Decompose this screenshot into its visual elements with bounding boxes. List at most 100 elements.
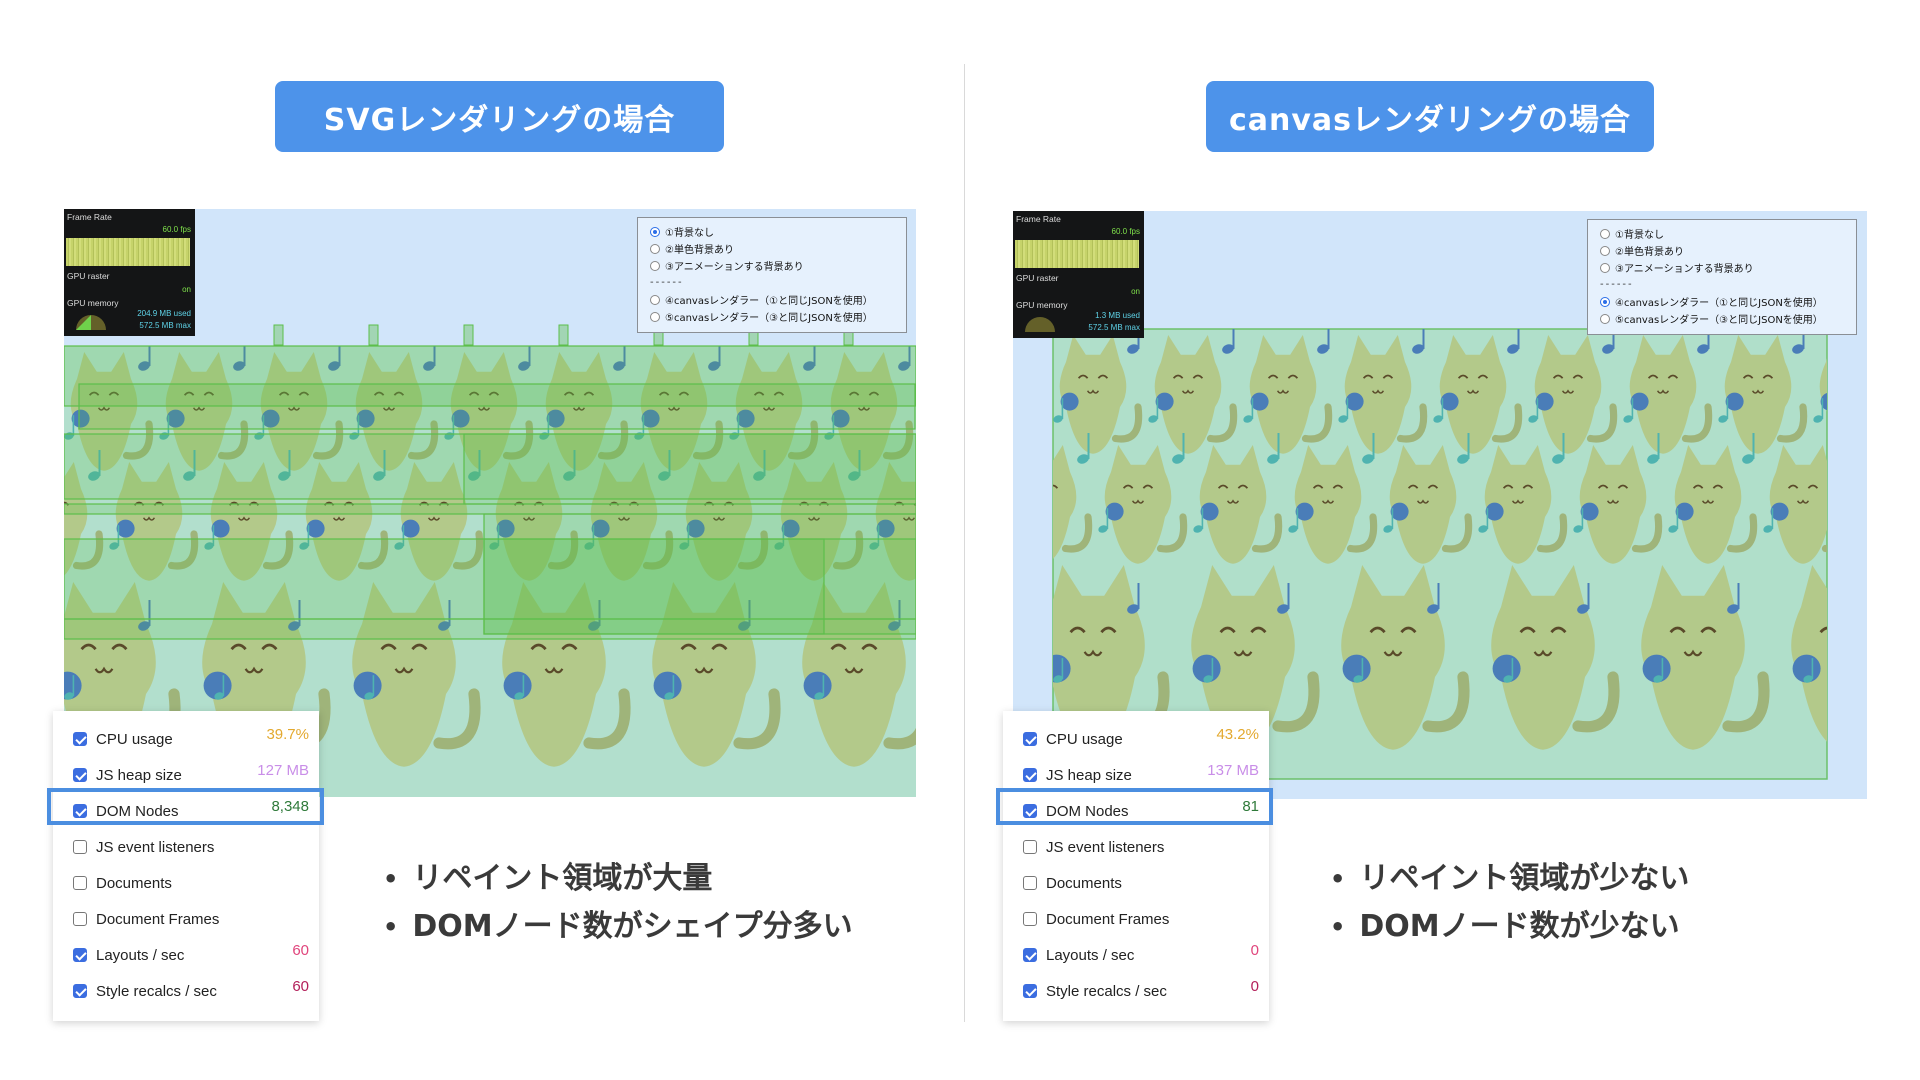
canvas-rendering-title: canvasレンダリングの場合	[1206, 81, 1654, 152]
bullet-item: • リペイント領域が少ない	[1330, 855, 1689, 903]
metric-documents[interactable]: Documents	[1003, 865, 1269, 901]
metric-checkbox[interactable]	[1023, 876, 1037, 890]
gpu-memory-max: 572.5 MB max	[139, 321, 191, 330]
radio-button[interactable]	[1600, 296, 1610, 307]
metric-checkbox[interactable]	[1023, 840, 1037, 854]
maraca-icon	[401, 519, 420, 538]
radio-option-2[interactable]: ②単色背景あり	[1600, 242, 1856, 259]
metric-checkbox[interactable]	[1023, 984, 1037, 998]
metric-style-recalcs-sec[interactable]: Style recalcs / sec 60	[53, 973, 319, 1009]
radio-option-3[interactable]: ③アニメーションする背景あり	[650, 257, 906, 274]
maraca-icon	[1295, 502, 1314, 521]
metric-label: Layouts / sec	[96, 946, 185, 964]
radio-label: ②単色背景あり	[665, 245, 734, 256]
metric-value: 39.7%	[266, 726, 309, 743]
metric-checkbox[interactable]	[1023, 732, 1037, 746]
repaint-region	[78, 383, 916, 430]
music-note-icon	[1857, 508, 1867, 534]
frame-rate-label: Frame Rate	[67, 212, 112, 222]
metric-checkbox[interactable]	[73, 912, 87, 926]
radio-label: ③アニメーションする背景あり	[1615, 264, 1754, 275]
metric-label: CPU usage	[96, 730, 173, 748]
gpu-memory-gauge	[1025, 317, 1055, 332]
cat-figure	[1865, 445, 1867, 564]
bullet-dot: •	[383, 913, 399, 941]
radio-button[interactable]	[650, 226, 660, 237]
bullet-dot: •	[1330, 913, 1346, 941]
metric-checkbox[interactable]	[73, 768, 87, 782]
gpu-memory-max: 572.5 MB max	[1088, 323, 1140, 332]
metric-checkbox[interactable]	[73, 876, 87, 890]
radio-option-4[interactable]: ④canvasレンダラー（①と同じJSONを使用）	[650, 291, 906, 308]
metric-checkbox[interactable]	[1023, 912, 1037, 926]
radio-button[interactable]	[650, 294, 660, 305]
maraca-icon	[1345, 392, 1364, 411]
radio-label: ④canvasレンダラー（①と同じJSONを使用）	[665, 296, 873, 307]
radio-option-4[interactable]: ④canvasレンダラー（①と同じJSONを使用）	[1600, 293, 1856, 310]
music-note-icon	[1836, 433, 1850, 465]
radio-option-5[interactable]: ⑤canvasレンダラー（③と同じJSONを使用）	[1600, 310, 1856, 327]
radio-button[interactable]	[1600, 228, 1610, 239]
repaint-region	[64, 618, 916, 640]
metric-cpu-usage[interactable]: CPU usage 39.7%	[53, 721, 319, 757]
radio-button[interactable]	[650, 311, 660, 322]
radio-label: ①背景なし	[1615, 230, 1664, 241]
maraca-icon	[1485, 502, 1504, 521]
metric-checkbox[interactable]	[73, 732, 87, 746]
repaint-region	[463, 433, 916, 505]
radio-option-1[interactable]: ①背景なし	[1600, 225, 1856, 242]
radio-button[interactable]	[1600, 262, 1610, 273]
frame-rate-bar	[66, 238, 190, 266]
bullet-dot: •	[383, 865, 399, 893]
metric-checkbox[interactable]	[1023, 768, 1037, 782]
radio-separator: ------	[650, 277, 684, 288]
maraca-icon	[1250, 392, 1269, 411]
metric-value: 60	[292, 942, 309, 959]
repaint-region	[558, 324, 569, 346]
maraca-icon	[116, 519, 135, 538]
svg-scene: Frame Rate 60.0 fps GPU raster on GPU me…	[64, 209, 916, 797]
metric-checkbox[interactable]	[73, 840, 87, 854]
metric-documents[interactable]: Documents	[53, 865, 319, 901]
metric-layouts-sec[interactable]: Layouts / sec 60	[53, 937, 319, 973]
metric-js-event-listeners[interactable]: JS event listeners	[53, 829, 319, 865]
dom-nodes-highlight	[47, 788, 324, 825]
canvas-findings: • リペイント領域が少ない • DOMノード数が少ない	[1330, 855, 1689, 951]
metric-document-frames[interactable]: Document Frames	[1003, 901, 1269, 937]
metric-value: 0	[1250, 978, 1259, 995]
metric-value: 127 MB	[257, 762, 309, 779]
radio-option-1[interactable]: ①背景なし	[650, 223, 906, 240]
radio-button[interactable]	[1600, 245, 1610, 256]
radio-separator: ------	[1600, 279, 1634, 290]
maraca-icon	[1105, 502, 1124, 521]
metric-js-event-listeners[interactable]: JS event listeners	[1003, 829, 1269, 865]
gpu-raster-value: on	[1131, 287, 1140, 296]
maraca-icon	[1770, 502, 1789, 521]
radio-option-2[interactable]: ②単色背景あり	[650, 240, 906, 257]
radio-button[interactable]	[650, 243, 660, 254]
metric-document-frames[interactable]: Document Frames	[53, 901, 319, 937]
bullet-item: • DOMノード数がシェイプ分多い	[383, 903, 853, 951]
radio-button[interactable]	[650, 260, 660, 271]
metric-checkbox[interactable]	[73, 984, 87, 998]
radio-option-3[interactable]: ③アニメーションする背景あり	[1600, 259, 1856, 276]
radio-button[interactable]	[1600, 313, 1610, 324]
frame-rate-value: 60.0 fps	[1111, 227, 1140, 236]
maraca-icon	[1675, 502, 1694, 521]
radio-option-5[interactable]: ⑤canvasレンダラー（③と同じJSONを使用）	[650, 308, 906, 325]
metric-cpu-usage[interactable]: CPU usage 43.2%	[1003, 721, 1269, 757]
metric-style-recalcs-sec[interactable]: Style recalcs / sec 0	[1003, 973, 1269, 1009]
metric-label: JS event listeners	[96, 838, 215, 856]
gpu-memory-label: GPU memory	[67, 298, 119, 308]
rendering-stats-hud: Frame Rate 60.0 fps GPU raster on GPU me…	[64, 209, 195, 336]
frame-rate-bar	[1015, 240, 1139, 268]
metric-label: CPU usage	[1046, 730, 1123, 748]
metric-layouts-sec[interactable]: Layouts / sec 0	[1003, 937, 1269, 973]
gpu-memory-used: 204.9 MB used	[137, 309, 191, 318]
metric-checkbox[interactable]	[73, 948, 87, 962]
metric-label: Documents	[96, 874, 172, 892]
bullet-dot: •	[1330, 865, 1346, 893]
radio-label: ①背景なし	[665, 228, 714, 239]
metric-checkbox[interactable]	[1023, 948, 1037, 962]
gpu-raster-label: GPU raster	[67, 271, 110, 281]
